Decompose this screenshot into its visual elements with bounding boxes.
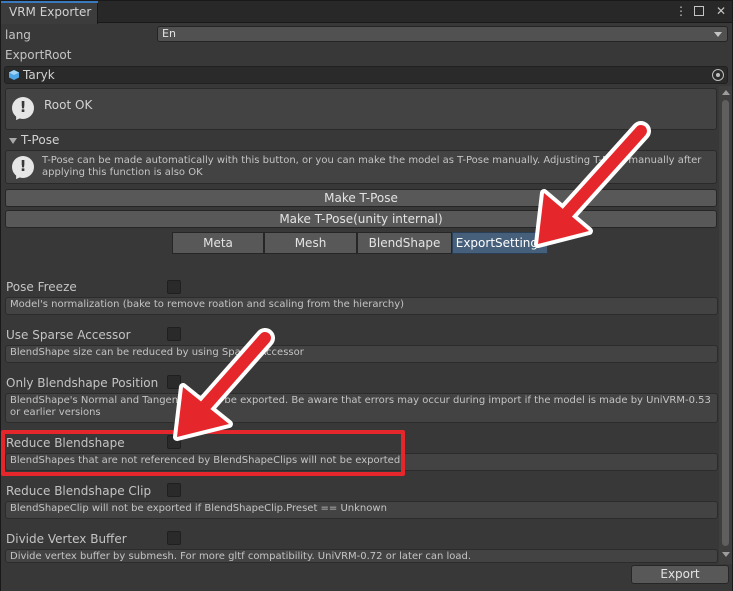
pose-freeze-label: Pose Freeze <box>6 280 77 294</box>
info-icon <box>12 156 34 178</box>
tpose-header: T-Pose <box>21 133 60 147</box>
foldout-triangle-icon <box>9 137 17 144</box>
make-tpose-internal-button[interactable]: Make T-Pose(unity internal) <box>5 210 717 228</box>
vrm-exporter-window: VRM Exporter ⋮ ✕ lang En ExportRoot Tary… <box>0 0 733 591</box>
export-root-field[interactable]: Taryk <box>4 66 728 84</box>
export-root-label: ExportRoot <box>5 48 72 62</box>
tab-blendshape[interactable]: BlendShape <box>357 232 452 254</box>
use-sparse-accessor-info: BlendShape size can be reduced by using … <box>5 345 718 363</box>
scroll-up-icon[interactable] <box>722 90 730 95</box>
only-blendshape-position-checkbox[interactable] <box>167 375 181 389</box>
reduce-blendshape-clip-checkbox[interactable] <box>167 483 181 497</box>
vertical-scrollbar[interactable] <box>719 86 732 564</box>
title-bar: VRM Exporter ⋮ ✕ <box>1 1 732 24</box>
prefab-icon <box>9 70 19 80</box>
root-status-text: Root OK <box>44 98 93 112</box>
divide-vertex-buffer-checkbox[interactable] <box>167 531 181 545</box>
lang-label: lang <box>5 28 31 42</box>
highlight-box <box>1 430 405 476</box>
only-blendshape-position-info: BlendShape's Normal and Tangent will not… <box>5 393 718 423</box>
maximize-icon[interactable] <box>694 4 708 18</box>
tpose-foldout[interactable]: T-Pose <box>9 133 59 147</box>
pose-freeze-checkbox[interactable] <box>167 280 181 294</box>
chevron-down-icon <box>714 32 722 37</box>
tab-export-settings[interactable]: ExportSettings <box>452 232 548 254</box>
scroll-down-icon[interactable] <box>722 552 730 557</box>
window-tab-title: VRM Exporter <box>9 5 92 19</box>
divide-vertex-buffer-info: Divide vertex buffer by submesh. For mor… <box>5 549 718 563</box>
object-picker-icon[interactable] <box>712 69 724 81</box>
tab-accent <box>1 1 98 3</box>
exporter-tabs: Meta Mesh BlendShape ExportSettings <box>172 232 548 254</box>
tpose-help-box: T-Pose can be made automatically with th… <box>5 150 717 184</box>
tpose-help-text: T-Pose can be made automatically with th… <box>42 155 702 178</box>
export-root-value: Taryk <box>23 68 55 82</box>
root-status-box: Root OK <box>5 88 717 130</box>
close-icon[interactable]: ✕ <box>714 4 728 18</box>
reduce-blendshape-clip-info: BlendShapeClip will not be exported if B… <box>5 501 718 519</box>
tab-meta[interactable]: Meta <box>172 232 264 254</box>
scrollbar-thumb[interactable] <box>722 100 729 546</box>
only-blendshape-position-label: Only Blendshape Position <box>6 376 159 390</box>
tab-mesh[interactable]: Mesh <box>264 232 357 254</box>
reduce-blendshape-clip-label: Reduce Blendshape Clip <box>6 484 152 498</box>
lang-dropdown[interactable]: En <box>157 26 728 42</box>
lang-value: En <box>162 27 176 40</box>
use-sparse-accessor-checkbox[interactable] <box>167 327 181 341</box>
export-button[interactable]: Export <box>631 565 729 584</box>
make-tpose-button[interactable]: Make T-Pose <box>5 189 717 207</box>
window-tab[interactable]: VRM Exporter <box>1 1 98 24</box>
bottom-bar: Export <box>1 564 732 591</box>
info-icon <box>12 97 34 119</box>
divide-vertex-buffer-label: Divide Vertex Buffer <box>6 532 127 546</box>
pose-freeze-info: Model's normalization (bake to remove ro… <box>5 297 718 315</box>
use-sparse-accessor-label: Use Sparse Accessor <box>6 328 131 342</box>
more-vertical-icon[interactable]: ⋮ <box>674 4 688 18</box>
